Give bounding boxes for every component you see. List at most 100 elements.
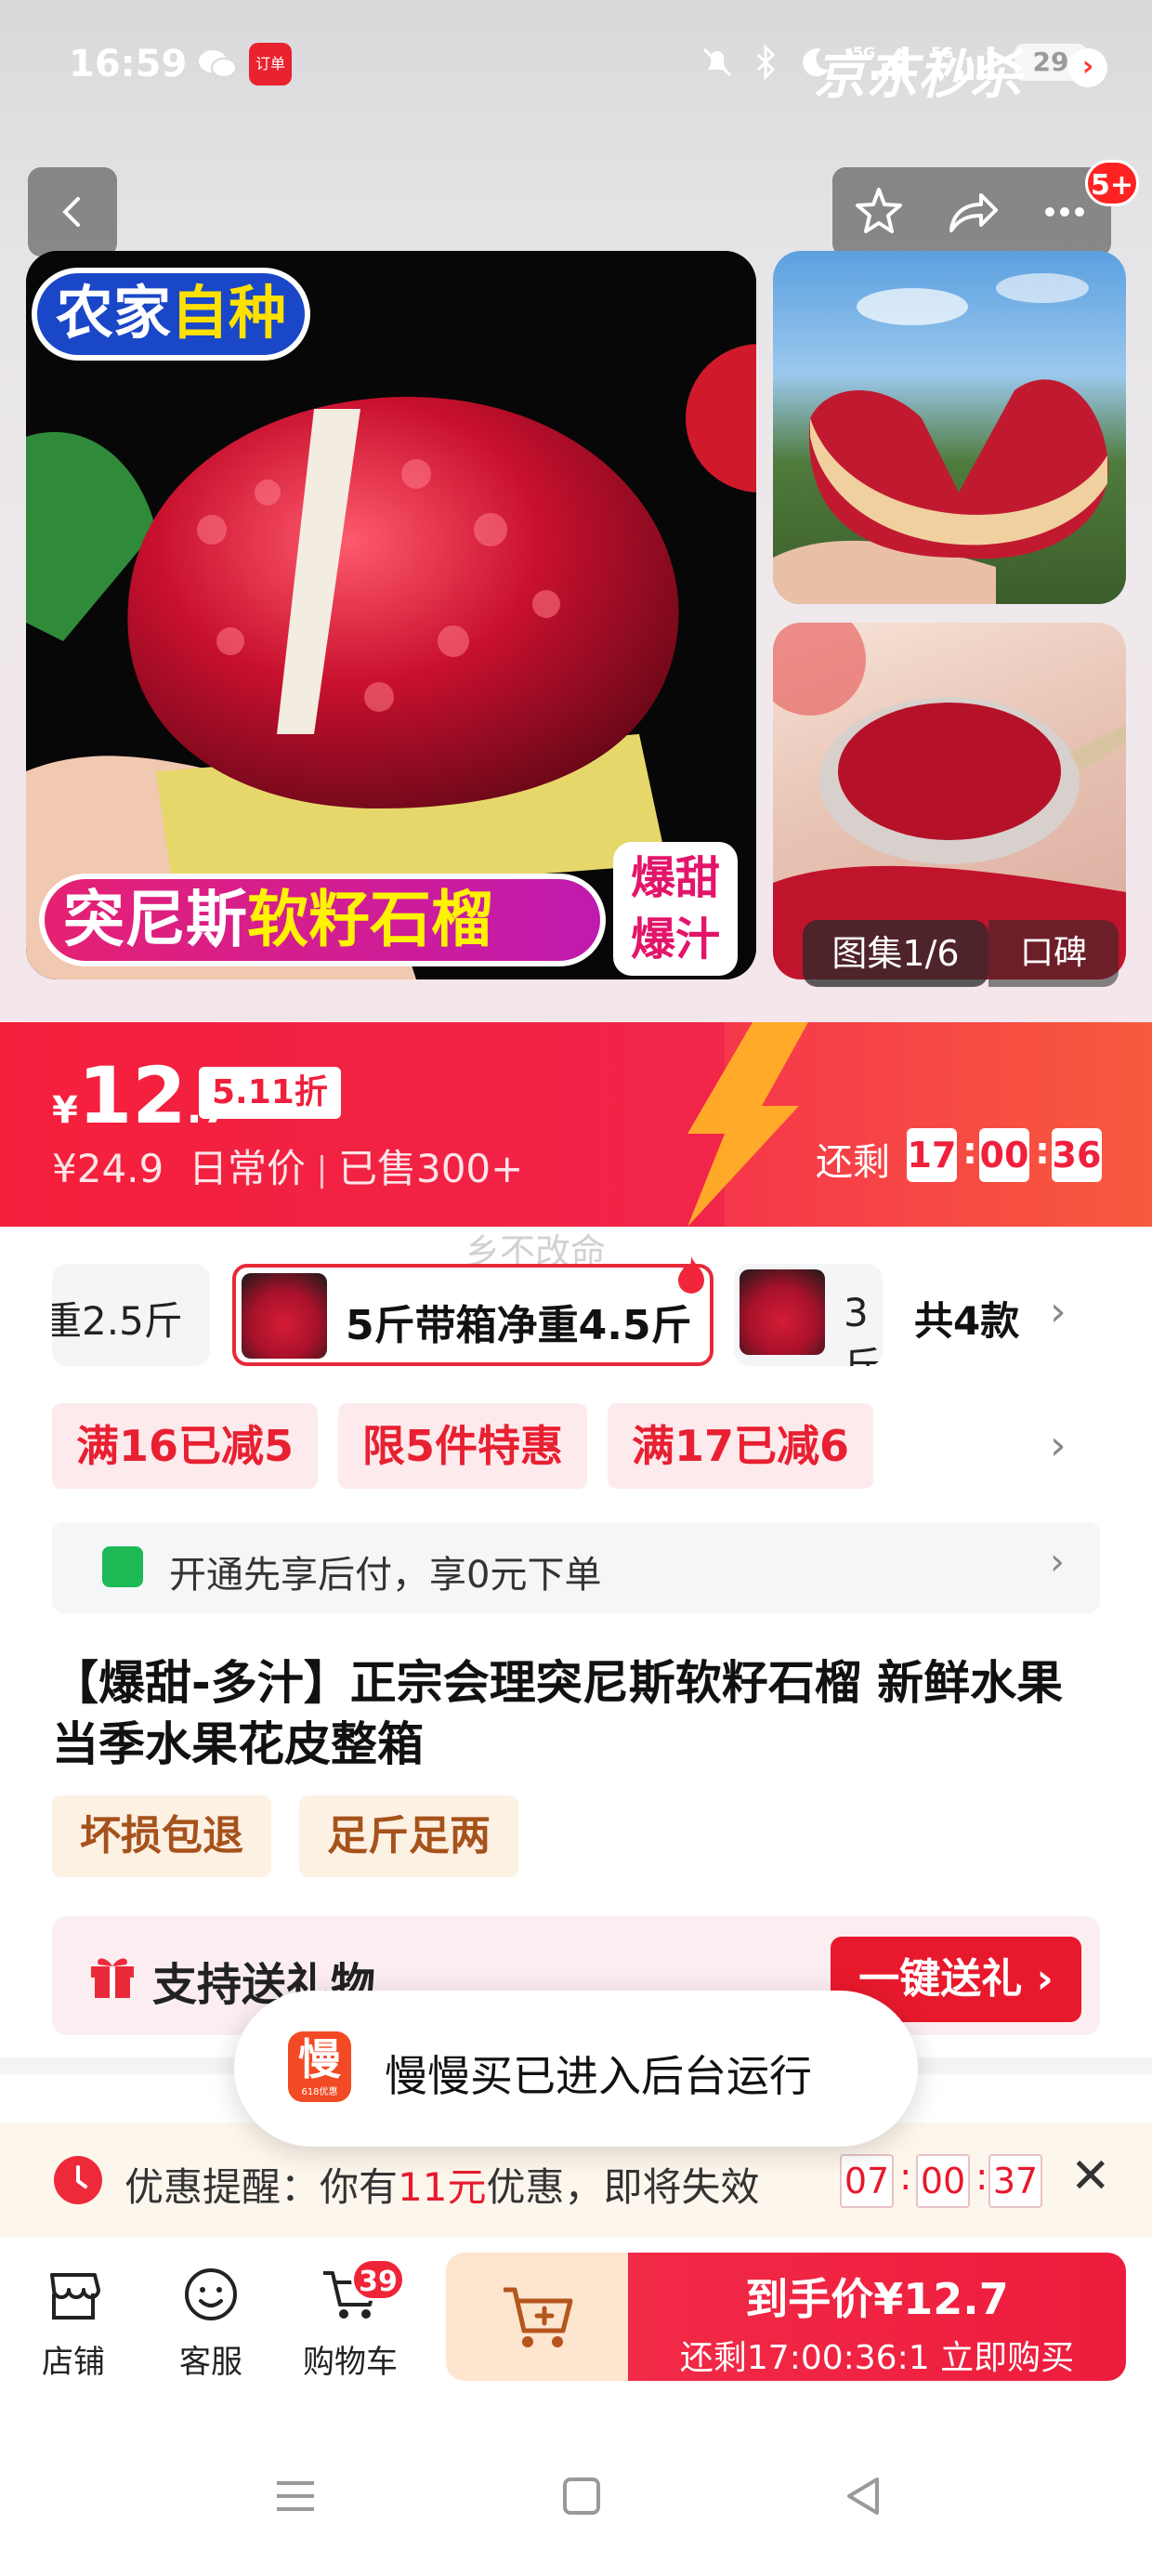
flash-sale-arrow-icon[interactable]: › bbox=[1068, 48, 1107, 87]
chevron-left-icon bbox=[62, 197, 80, 227]
toast-message: 慢慢买已进入后台运行 bbox=[385, 2051, 812, 2101]
more-icon[interactable] bbox=[1037, 184, 1093, 240]
status-time: 16:59 bbox=[69, 43, 188, 85]
toast-icon-sub: 618优惠 bbox=[301, 2087, 338, 2097]
original-price: ¥24.9 bbox=[52, 1146, 164, 1191]
original-price-label: 日常价 bbox=[188, 1146, 306, 1191]
price-currency: ¥ bbox=[52, 1089, 78, 1132]
price-banner: ¥12.7 5.11折 ¥24.9 日常价已售300+ bbox=[0, 1022, 1152, 1227]
smile-chat-icon bbox=[185, 2268, 237, 2320]
product-image-banner: 突尼斯软籽石榴 bbox=[39, 874, 606, 966]
reminder-seconds: 37 bbox=[988, 2154, 1042, 2208]
main-product-image[interactable]: 农家自种 爆甜 爆汁 突尼斯软籽石榴 bbox=[26, 251, 756, 979]
pay-later-chevron-icon: › bbox=[1050, 1541, 1065, 1584]
pomegranate-hand-image bbox=[773, 273, 1108, 604]
wechat-icon bbox=[199, 50, 237, 78]
reminder-suffix: 优惠，即将失效 bbox=[486, 2164, 760, 2210]
promotion-tag[interactable]: 满16已减5 bbox=[52, 1403, 319, 1489]
menu-icon[interactable] bbox=[268, 2468, 323, 2524]
chevron-right-icon[interactable]: › bbox=[1050, 1288, 1067, 1335]
customer-service-button[interactable]: 客服 bbox=[160, 2262, 262, 2382]
star-favorite-icon[interactable] bbox=[851, 184, 907, 240]
home-square-icon[interactable] bbox=[554, 2468, 609, 2524]
lightning-icon bbox=[687, 1022, 808, 1227]
variant-option-prev[interactable]: 重2.5斤 bbox=[52, 1264, 210, 1366]
sweet-line2: 爆汁 bbox=[630, 913, 720, 966]
manmanmai-app-icon: 慢 618优惠 bbox=[288, 2031, 351, 2102]
original-price-line: ¥24.9 日常价 已售300+ bbox=[52, 1137, 523, 1194]
clock-icon bbox=[54, 2156, 102, 2204]
reminder-hours: 07 bbox=[840, 2154, 894, 2208]
background-toast: 慢 618优惠 慢慢买已进入后台运行 bbox=[234, 1991, 918, 2147]
toast-icon-char: 慢 bbox=[298, 2034, 341, 2084]
sweet-juicy-tag: 爆甜 爆汁 bbox=[613, 842, 738, 976]
system-navigation-bar bbox=[0, 2416, 1152, 2576]
variant-selector: 重2.5斤 5斤带箱净重4.5斤 3斤 共4款 › bbox=[0, 1256, 1152, 1375]
variant-label-prev: 重2.5斤 bbox=[52, 1298, 183, 1344]
farm-tag-part1: 农家 bbox=[56, 279, 172, 347]
countdown-colon-2: : bbox=[1035, 1130, 1050, 1173]
countdown-label: 还剩 bbox=[816, 1141, 890, 1184]
flash-sale-title[interactable]: 京东秒杀 bbox=[814, 33, 1022, 109]
reminder-minutes: 00 bbox=[916, 2154, 970, 2208]
promotion-tag[interactable]: 限5件特惠 bbox=[338, 1403, 588, 1489]
close-icon[interactable]: ✕ bbox=[1070, 2149, 1111, 2204]
shop-button[interactable]: 店铺 bbox=[22, 2262, 124, 2382]
service-tag[interactable]: 足斤足两 bbox=[299, 1795, 518, 1877]
farm-tag-part2: 自种 bbox=[171, 279, 287, 347]
price-integer: 12 bbox=[77, 1050, 187, 1141]
countdown-seconds: 36 bbox=[1052, 1128, 1102, 1182]
sold-count: 已售300+ bbox=[337, 1146, 524, 1191]
service-tags: 坏损包退 足斤足两 bbox=[52, 1795, 518, 1877]
variant-option-next[interactable]: 3斤 bbox=[734, 1264, 883, 1366]
gift-icon bbox=[91, 1958, 134, 1998]
back-triangle-icon[interactable] bbox=[836, 2468, 892, 2524]
reminder-prefix: 优惠提醒：你有 bbox=[124, 2164, 399, 2210]
farm-grown-tag: 农家自种 bbox=[32, 268, 311, 361]
cart-label: 购物车 bbox=[303, 2344, 398, 2381]
shopping-bag-icon bbox=[102, 1546, 143, 1587]
variant-label-selected: 5斤带箱净重4.5斤 bbox=[346, 1302, 692, 1349]
message-count-badge: 5+ bbox=[1085, 160, 1139, 206]
reminder-colon-2: : bbox=[975, 2156, 988, 2199]
add-to-cart-button[interactable] bbox=[446, 2253, 630, 2381]
store-icon bbox=[50, 2273, 100, 2320]
reminder-text: 优惠提醒：你有11元优惠，即将失效 bbox=[124, 2156, 759, 2213]
variant-total[interactable]: 共4款 bbox=[914, 1290, 1019, 1347]
reminder-amount: 11元 bbox=[398, 2164, 487, 2210]
flash-sale-panel[interactable] bbox=[687, 1022, 1152, 1227]
mute-bell-icon bbox=[702, 47, 732, 77]
promotion-chevron-icon[interactable]: › bbox=[1050, 1422, 1067, 1469]
back-button[interactable] bbox=[28, 167, 117, 256]
pay-later-text: 开通先享后付，享0元下单 bbox=[169, 1554, 602, 1597]
service-tag[interactable]: 坏损包退 bbox=[52, 1795, 271, 1877]
promotion-list: 满16已减5 限5件特惠 满17已减6 bbox=[52, 1403, 874, 1489]
share-icon[interactable] bbox=[944, 184, 1000, 240]
bluetooth-icon bbox=[756, 44, 776, 81]
pay-later-row[interactable]: 开通先享后付，享0元下单 › bbox=[52, 1522, 1100, 1613]
variant-thumbnail-next bbox=[740, 1269, 825, 1355]
discount-badge: 5.11折 bbox=[199, 1067, 341, 1119]
countdown-colon: : bbox=[962, 1130, 977, 1173]
buy-now-countdown: 还剩17:00:36:1 立即购买 bbox=[679, 2339, 1075, 2377]
variant-label-next: 3斤 bbox=[844, 1290, 883, 1366]
product-title: 【爆甜-多汁】正宗会理突尼斯软籽石榴 新鲜水果当季水果花皮整箱 bbox=[52, 1656, 1064, 1771]
cart-count-badge: 39 bbox=[351, 2258, 405, 2301]
top-action-group bbox=[832, 167, 1111, 256]
shop-label: 店铺 bbox=[42, 2344, 105, 2381]
app-notification-icon: 订单 bbox=[249, 43, 292, 85]
add-cart-icon bbox=[504, 2287, 573, 2347]
banner-part2: 软籽石榴 bbox=[247, 884, 492, 955]
fire-icon bbox=[678, 1256, 704, 1294]
variant-option-selected[interactable]: 5斤带箱净重4.5斤 bbox=[232, 1264, 713, 1366]
gallery-counter[interactable]: 图集1/6 bbox=[803, 920, 988, 987]
gallery-thumbnail-1[interactable] bbox=[773, 251, 1126, 604]
countdown-hours: 17 bbox=[907, 1128, 957, 1182]
banner-part1: 突尼斯 bbox=[63, 884, 247, 955]
reminder-colon: : bbox=[899, 2156, 912, 2199]
promotion-tag[interactable]: 满17已减6 bbox=[608, 1403, 874, 1489]
buy-now-button[interactable]: 到手价¥12.7 还剩17:00:36:1 立即购买 bbox=[628, 2253, 1126, 2381]
bottom-action-bar: 店铺 客服 购物车 39 到手价¥12.7 还剩17:00:36:1 立即购买 bbox=[0, 2238, 1152, 2396]
review-tab[interactable]: 口碑 bbox=[988, 920, 1119, 987]
countdown-minutes: 00 bbox=[979, 1128, 1029, 1182]
